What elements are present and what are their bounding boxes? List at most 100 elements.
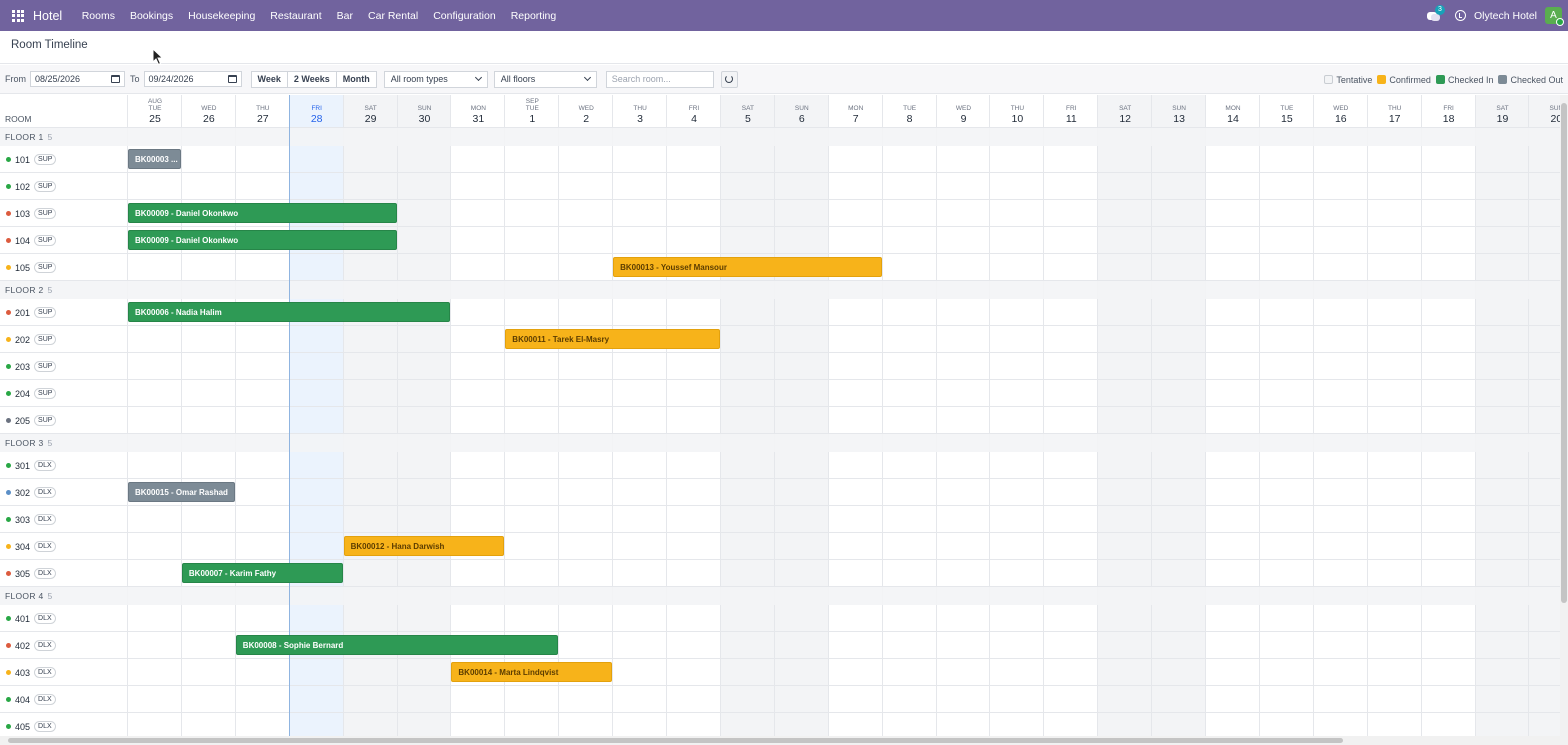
grid-column-line	[1258, 95, 1260, 736]
room-type-badge: SUP	[34, 181, 57, 192]
room-status-dot	[6, 157, 11, 162]
booking-bar[interactable]: BK00008 - Sophie Bernard	[235, 635, 559, 655]
range-button-month[interactable]: Month	[335, 71, 376, 87]
booking-bar[interactable]: BK00012 - Hana Darwish	[343, 536, 505, 556]
room-type-badge: DLX	[34, 721, 56, 732]
booking-bar[interactable]: BK00015 - Omar Rashad	[128, 482, 235, 502]
menu-item-restaurant[interactable]: Restaurant	[263, 10, 329, 22]
room-row-202[interactable]: 202 SUP	[0, 326, 127, 353]
room-number: 301	[15, 460, 31, 471]
day-month	[721, 98, 775, 105]
to-date-value: 09/24/2026	[148, 74, 194, 84]
room-type-select[interactable]: All room types	[383, 70, 488, 88]
day-header: MON 7	[829, 95, 883, 125]
booking-bar[interactable]: BK00006 - Nadia Halim	[128, 302, 451, 322]
booking-bar[interactable]: BK00014 - Marta Lindqvist	[451, 662, 613, 682]
room-row-305[interactable]: 305 DLX	[0, 560, 127, 587]
room-row-104[interactable]: 104 SUP	[0, 227, 127, 254]
day-month	[451, 98, 505, 105]
day-header: WED 2	[559, 95, 613, 125]
floor-group-row[interactable]: FLOOR 35	[0, 434, 1560, 452]
room-row-201[interactable]: 201 SUP	[0, 299, 127, 326]
room-row-403[interactable]: 403 DLX	[0, 659, 127, 686]
to-date-input[interactable]: 09/24/2026	[143, 71, 242, 87]
timeline-toolbar: From 08/25/2026 To 09/24/2026 Week 2 Week…	[0, 65, 1568, 94]
company-switcher[interactable]: Olytech Hotel	[1474, 10, 1537, 22]
booking-bar[interactable]: BK00011 - Tarek El-Masry	[505, 329, 720, 349]
activity-clock-icon[interactable]	[1454, 10, 1466, 21]
refresh-button[interactable]	[720, 70, 738, 88]
row-divider	[0, 226, 1560, 227]
room-row-103[interactable]: 103 SUP	[0, 200, 127, 227]
calendar-icon[interactable]	[111, 75, 120, 83]
menu-item-car-rental[interactable]: Car Rental	[361, 10, 426, 22]
horizontal-scrollbar[interactable]	[0, 736, 1568, 745]
apps-menu-icon[interactable]	[12, 9, 24, 22]
room-row-105[interactable]: 105 SUP	[0, 254, 127, 281]
menu-item-housekeeping[interactable]: Housekeeping	[181, 10, 263, 22]
room-row-401[interactable]: 401 DLX	[0, 605, 127, 632]
day-month: SEP	[525, 98, 539, 105]
booking-bar[interactable]: BK00003 ...	[128, 149, 181, 169]
day-header: TUE 8	[883, 95, 937, 125]
user-avatar[interactable]: A	[1545, 7, 1564, 26]
floor-group-row[interactable]: FLOOR 15	[0, 128, 1560, 146]
day-month	[1260, 98, 1314, 105]
room-row-404[interactable]: 404 DLX	[0, 686, 127, 713]
room-row-402[interactable]: 402 DLX	[0, 632, 127, 659]
floor-room-count: 5	[47, 132, 53, 142]
menu-item-bar[interactable]: Bar	[329, 10, 360, 22]
booking-bar[interactable]: BK00009 - Daniel Okonkwo	[128, 203, 397, 223]
day-header: FRI 11	[1044, 95, 1098, 125]
menu-item-reporting[interactable]: Reporting	[503, 10, 564, 22]
booking-bar[interactable]: BK00013 - Youssef Mansour	[613, 257, 882, 277]
booking-bar[interactable]: BK00007 - Karim Fathy	[181, 563, 343, 583]
day-month	[1206, 98, 1260, 105]
refresh-icon	[725, 75, 734, 83]
floor-group-row[interactable]: FLOOR 45	[0, 587, 1560, 605]
range-button-week[interactable]: Week	[252, 72, 287, 87]
menu-item-bookings[interactable]: Bookings	[122, 10, 180, 22]
search-room-input[interactable]: Search room...	[605, 70, 714, 88]
title-bar: Room Timeline	[0, 31, 1568, 64]
room-status-dot	[6, 544, 11, 549]
room-row-303[interactable]: 303 DLX	[0, 506, 127, 533]
row-divider	[0, 253, 1560, 254]
legend-label: Tentative	[1336, 74, 1373, 85]
room-row-101[interactable]: 101 SUP	[0, 146, 127, 173]
room-row-204[interactable]: 204 SUP	[0, 380, 127, 407]
day-weekday: FRI	[311, 105, 322, 112]
vertical-scrollbar[interactable]	[1560, 95, 1568, 736]
room-type-badge: DLX	[34, 694, 56, 705]
booking-bar[interactable]: BK00009 - Daniel Okonkwo	[128, 230, 397, 250]
calendar-icon[interactable]	[227, 75, 237, 83]
floor-label: FLOOR 45	[5, 591, 53, 601]
from-date-input[interactable]: 08/25/2026	[30, 71, 125, 87]
menu-item-rooms[interactable]: Rooms	[74, 10, 122, 22]
room-row-203[interactable]: 203 SUP	[0, 353, 127, 380]
day-month	[883, 98, 937, 105]
room-row-301[interactable]: 301 DLX	[0, 452, 127, 479]
room-row-304[interactable]: 304 DLX	[0, 533, 127, 560]
day-number: 4	[691, 113, 697, 125]
messages-icon[interactable]: 3	[1426, 4, 1445, 22]
room-row-102[interactable]: 102 SUP	[0, 173, 127, 200]
day-header: TUE 15	[1260, 95, 1314, 125]
room-row-205[interactable]: 205 SUP	[0, 407, 127, 434]
menu-item-configuration[interactable]: Configuration	[426, 10, 503, 22]
floor-name: FLOOR 4	[5, 591, 44, 601]
day-number: 9	[960, 113, 967, 125]
day-number: 12	[1119, 113, 1132, 125]
range-button-2-weeks[interactable]: 2 Weeks	[286, 71, 336, 87]
day-number: 18	[1442, 113, 1455, 125]
floor-select[interactable]: All floors	[493, 70, 597, 88]
mouse-cursor-icon	[152, 48, 164, 66]
room-number: 101	[15, 154, 31, 165]
grid-column-line	[666, 95, 667, 736]
room-row-302[interactable]: 302 DLX	[0, 479, 127, 506]
search-room-placeholder: Search room...	[611, 74, 671, 84]
room-row-405[interactable]: 405 DLX	[0, 713, 127, 736]
floor-group-row[interactable]: FLOOR 25	[0, 281, 1560, 299]
status-legend: Tentative Confirmed Checked In Checked Out	[1319, 65, 1563, 94]
app-name[interactable]: Hotel	[33, 9, 62, 23]
